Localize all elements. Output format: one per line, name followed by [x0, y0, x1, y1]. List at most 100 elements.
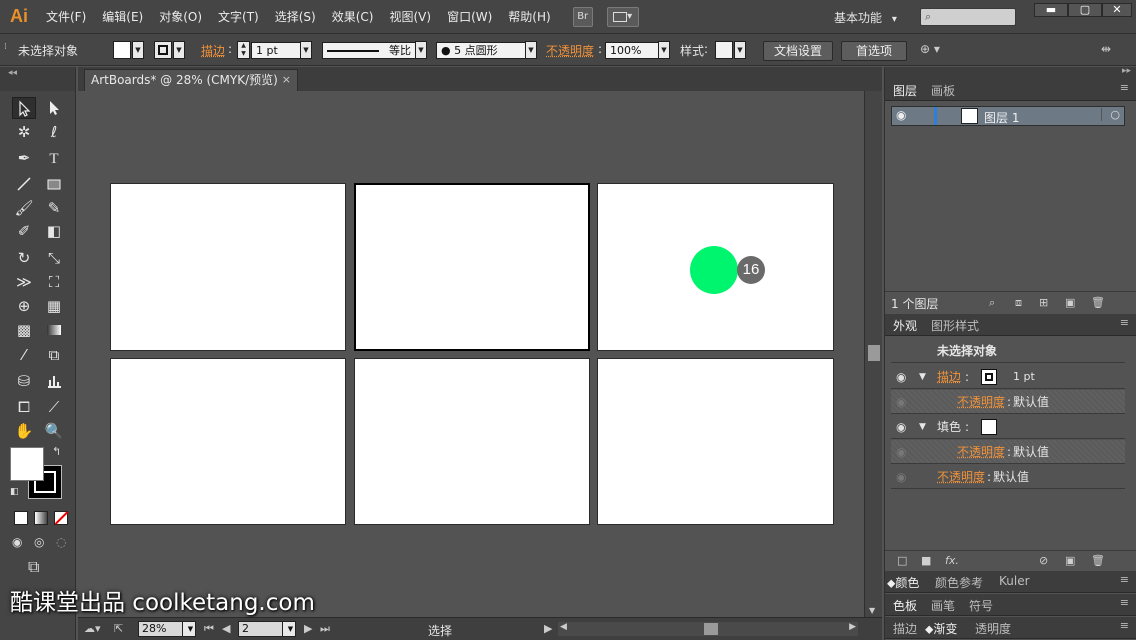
color-mode-button[interactable]	[14, 511, 28, 525]
menu-select[interactable]: 选择(S)	[267, 8, 324, 25]
menu-help[interactable]: 帮助(H)	[500, 8, 558, 25]
menu-object[interactable]: 对象(O)	[151, 8, 210, 25]
appearance-fill-opacity-row[interactable]: ◉ 不透明度 : 默认值	[891, 440, 1125, 464]
appearance-stroke-opacity-row[interactable]: ◉ 不透明度 : 默认值	[891, 390, 1125, 414]
stroke-dropdown[interactable]: ▼	[173, 41, 185, 59]
free-transform-tool[interactable]: ⛶	[42, 271, 66, 293]
disclosure-triangle-icon[interactable]: ▼	[919, 415, 926, 439]
scale-tool[interactable]: ⤡	[42, 247, 66, 269]
lasso-tool[interactable]: ℓ	[42, 121, 66, 143]
delete-item-icon[interactable]: 🗑	[1091, 554, 1105, 567]
eye-icon[interactable]: ◉	[896, 440, 906, 464]
menu-window[interactable]: 窗口(W)	[439, 8, 500, 25]
vertical-scrollbar[interactable]: ▼	[864, 91, 882, 617]
eraser-tool[interactable]: ◧	[42, 220, 66, 242]
fill-dropdown[interactable]: ▼	[132, 41, 144, 59]
opacity-label[interactable]: 不透明度	[546, 42, 594, 59]
panel-menu-icon[interactable]: ≡	[1120, 596, 1129, 609]
tab-graphic-styles[interactable]: 图形样式	[931, 317, 979, 334]
opacity-label[interactable]: 不透明度	[957, 440, 1005, 464]
style-swatch[interactable]	[715, 41, 733, 59]
menu-edit[interactable]: 编辑(E)	[94, 8, 151, 25]
blend-tool[interactable]: ⧉	[42, 344, 66, 366]
bridge-button[interactable]: Br	[572, 6, 593, 27]
menu-effect[interactable]: 效果(C)	[324, 8, 382, 25]
tab-gradient[interactable]: ⬥渐变	[925, 620, 957, 637]
cloud-icon[interactable]: ☁▾	[84, 622, 101, 635]
gradient-tool[interactable]	[42, 319, 66, 341]
disclosure-triangle-icon[interactable]: ▼	[919, 365, 926, 389]
eye-icon[interactable]: ◉	[896, 415, 906, 439]
appearance-object-opacity-row[interactable]: ◉ 不透明度 : 默认值	[891, 465, 1125, 489]
selection-tool[interactable]	[12, 97, 36, 119]
swap-fill-stroke-icon[interactable]: ↰	[52, 445, 61, 458]
fill-color-box[interactable]	[10, 447, 44, 481]
stroke-swatch[interactable]	[154, 41, 172, 59]
artboard-6[interactable]	[597, 358, 834, 525]
tab-color-guide[interactable]: 颜色参考	[935, 574, 983, 591]
opacity-field[interactable]: 100%	[605, 42, 659, 59]
tab-layers[interactable]: 图层	[893, 82, 917, 99]
magic-wand-tool[interactable]: ✲	[12, 121, 36, 143]
draw-normal-icon[interactable]: ◉	[12, 535, 22, 549]
stroke-label[interactable]: 描边	[937, 365, 961, 389]
tab-transparency[interactable]: 透明度	[975, 620, 1011, 637]
add-stroke-icon[interactable]: □	[897, 554, 907, 567]
panel-menu-icon[interactable]: ≡	[1120, 573, 1129, 586]
duplicate-item-icon[interactable]: ▣	[1065, 554, 1075, 567]
hscroll-thumb[interactable]	[704, 623, 718, 635]
stroke-weight-stepper[interactable]: ▲ ▼	[237, 41, 250, 59]
zoom-dropdown[interactable]: ▼	[182, 621, 196, 637]
stroke-profile-field[interactable]: 等比	[322, 42, 416, 59]
eyedropper-tool[interactable]: ⁄	[12, 344, 36, 366]
layer-name[interactable]: 图层 1	[984, 109, 1019, 126]
zoom-field[interactable]: 28%	[138, 621, 184, 637]
tab-appearance[interactable]: 外观	[893, 317, 917, 334]
eye-icon[interactable]: ◉	[896, 390, 906, 414]
workspace-switcher[interactable]: 基本功能 ▾	[834, 9, 897, 26]
tab-artboards[interactable]: 画板	[931, 82, 955, 99]
stroke-label[interactable]: 描边	[201, 42, 225, 59]
scroll-left-icon[interactable]: ◀	[560, 622, 567, 632]
line-tool[interactable]	[12, 173, 36, 195]
draw-inside-icon[interactable]: ◌	[56, 535, 66, 549]
pen-tool[interactable]: ✒	[12, 147, 36, 169]
rotate-tool[interactable]: ↻	[12, 247, 36, 269]
next-artboard-icon[interactable]: ▶	[304, 622, 312, 635]
scroll-down-icon[interactable]: ▼	[869, 606, 875, 615]
tab-kuler[interactable]: Kuler	[999, 574, 1030, 588]
brush-dropdown[interactable]: ▼	[525, 41, 537, 59]
brush-definition-field[interactable]: ● 5 点圆形	[436, 42, 526, 59]
perspective-grid-tool[interactable]: ▦	[42, 295, 66, 317]
artboard-5[interactable]	[354, 358, 590, 525]
locate-object-icon[interactable]: ⌕	[989, 296, 995, 310]
close-tab-icon[interactable]: ×	[282, 70, 291, 90]
gradient-mode-button[interactable]	[34, 511, 48, 525]
rectangle-tool[interactable]	[42, 173, 66, 195]
document-setup-button[interactable]: 文档设置	[763, 41, 833, 61]
scroll-right-icon[interactable]: ▶	[849, 622, 856, 632]
artboard-4[interactable]	[110, 358, 346, 525]
none-mode-button[interactable]	[54, 511, 69, 525]
tab-swatches[interactable]: 色板	[893, 597, 917, 614]
artboard-number-field[interactable]: 2	[238, 621, 284, 637]
clear-appearance-icon[interactable]: ⊘	[1039, 554, 1048, 567]
menu-file[interactable]: 文件(F)	[38, 8, 94, 25]
hand-tool[interactable]: ✋	[12, 420, 36, 442]
draw-behind-icon[interactable]: ◎	[34, 535, 44, 549]
paintbrush-tool[interactable]: 🖌	[12, 197, 36, 219]
new-sublayer-icon[interactable]: ⊞	[1039, 296, 1048, 309]
stroke-swatch-small[interactable]	[981, 369, 997, 385]
help-search-input[interactable]: ⌕	[920, 8, 1016, 26]
mesh-tool[interactable]: ▩	[12, 319, 36, 341]
target-icon[interactable]: ○	[1101, 108, 1120, 121]
scrollbar-thumb[interactable]	[868, 345, 880, 361]
canvas[interactable]	[78, 91, 864, 617]
add-fill-icon[interactable]: ■	[921, 554, 931, 567]
panel-menu-icon[interactable]: ≡	[1120, 619, 1129, 632]
panel-menu-icon[interactable]: ≡	[1120, 81, 1129, 94]
arrange-icon[interactable]: ⊕ ▾	[920, 42, 940, 56]
stroke-weight-field[interactable]: 1 pt	[251, 42, 301, 59]
column-graph-tool[interactable]	[42, 370, 66, 392]
artboard-dropdown[interactable]: ▼	[282, 621, 296, 637]
